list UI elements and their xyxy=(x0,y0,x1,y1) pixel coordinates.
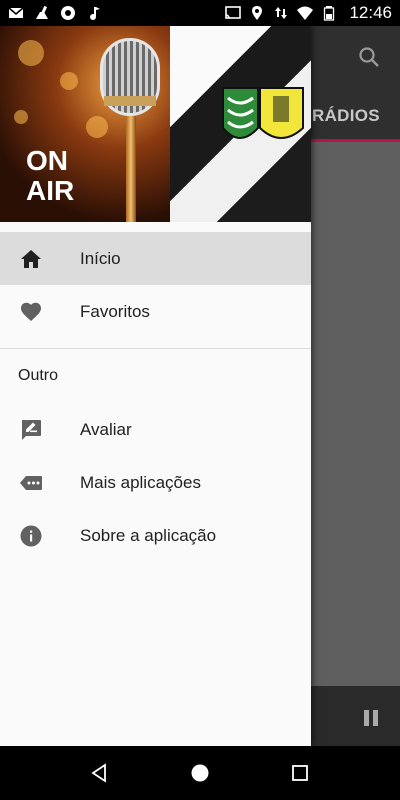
menu-item-label: Avaliar xyxy=(80,419,132,439)
bokeh-light xyxy=(18,40,44,66)
status-right-icons: 12:46 xyxy=(225,3,392,23)
home-icon xyxy=(21,249,41,268)
menu-item-label: Mais aplicações xyxy=(80,472,201,492)
drawer-header-image: ON AIR xyxy=(0,26,311,222)
menu-item-mais-aplicacoes[interactable]: Mais aplicações xyxy=(0,456,311,509)
on-air-label: ON AIR xyxy=(26,145,75,206)
menu-item-label: Favoritos xyxy=(80,301,150,321)
search-icon[interactable] xyxy=(358,46,380,68)
menu-item-sobre[interactable]: Sobre a aplicação xyxy=(0,509,311,562)
menu-item-label: Sobre a aplicação xyxy=(80,525,217,545)
cleaner-icon xyxy=(36,5,48,19)
tab-radios[interactable]: RÁDIOS xyxy=(312,106,380,126)
wifi-icon xyxy=(297,6,314,20)
music-note-icon xyxy=(90,7,100,20)
battery-icon xyxy=(324,6,335,21)
back-icon[interactable] xyxy=(90,763,110,783)
recents-icon[interactable] xyxy=(290,763,310,783)
status-time: 12:46 xyxy=(349,3,392,22)
microphone-stand xyxy=(126,116,136,222)
rate-review-icon xyxy=(22,419,41,440)
bokeh-light xyxy=(60,72,78,90)
menu-item-favoritos[interactable]: Favoritos xyxy=(0,285,311,338)
system-nav-bar xyxy=(0,746,400,800)
navigation-drawer: ON AIR Início Favoritos Outro Avaliar Ma… xyxy=(0,26,311,746)
bokeh-light xyxy=(14,110,28,124)
data-arrows-icon xyxy=(275,7,288,19)
status-bar: 12:46 xyxy=(0,0,400,26)
menu-item-inicio[interactable]: Início xyxy=(0,232,311,285)
pause-icon[interactable] xyxy=(364,710,380,726)
mail-icon xyxy=(8,7,24,18)
more-apps-icon xyxy=(20,475,42,490)
section-title-outro: Outro xyxy=(18,367,59,384)
aperture-icon xyxy=(61,6,75,20)
menu-item-label: Início xyxy=(80,248,121,268)
heart-icon xyxy=(21,302,41,321)
menu-item-avaliar[interactable]: Avaliar xyxy=(0,403,311,456)
home-circle-icon[interactable] xyxy=(190,763,210,783)
coat-of-arms-icon xyxy=(222,87,304,139)
location-icon xyxy=(252,6,263,20)
info-icon xyxy=(20,525,42,546)
drawer-menu: Início Favoritos Outro Avaliar Mais apli… xyxy=(0,222,311,562)
status-left-icons xyxy=(8,5,102,21)
bokeh-light xyxy=(86,116,108,138)
microphone-band xyxy=(104,96,156,106)
cast-icon xyxy=(225,6,242,19)
